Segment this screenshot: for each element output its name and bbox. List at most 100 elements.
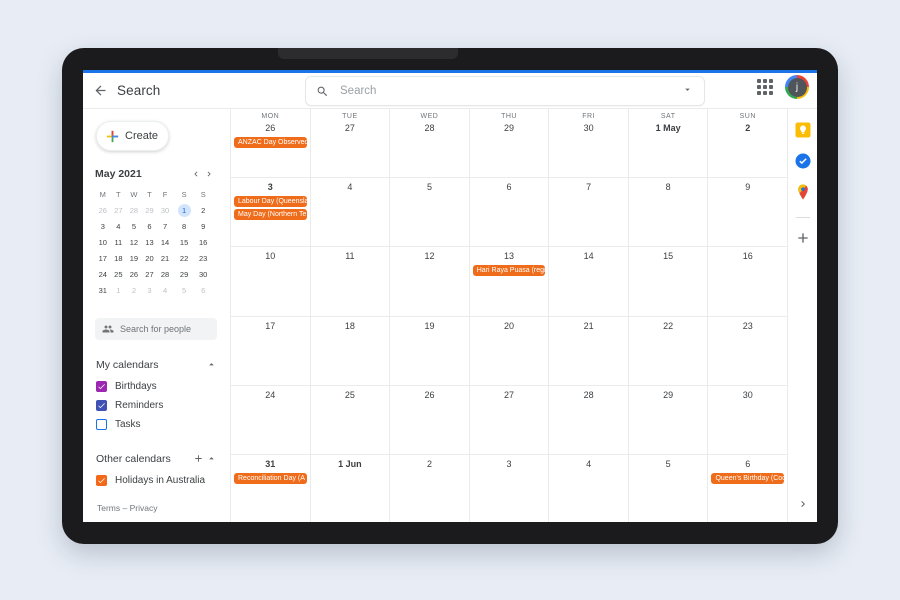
calendar-day-number[interactable]: 28 [390,123,469,133]
mini-calendar-day[interactable]: 31 [95,282,111,298]
calendar-day-number[interactable]: 25 [311,390,390,400]
calendar-day-number[interactable]: 18 [311,321,390,331]
calendar-day-number[interactable]: 31 [231,459,310,469]
mini-calendar-day[interactable]: 22 [173,250,196,266]
calendar-day-cell[interactable]: 18 [311,316,391,385]
calendar-list-item[interactable]: Holidays in Australia [96,471,218,490]
keep-icon[interactable] [794,121,812,139]
mini-calendar-prev-button[interactable] [189,167,202,180]
calendar-day-number[interactable]: 6 [470,182,549,192]
calendar-day-cell[interactable]: 30 [708,386,787,454]
mini-calendar-next-button[interactable] [202,167,215,180]
mini-calendar-day[interactable]: 3 [95,218,111,234]
calendar-day-number[interactable]: 17 [231,321,310,331]
terms-privacy-footer[interactable]: Terms – Privacy [97,503,157,513]
maps-icon[interactable] [794,183,812,201]
mini-calendar-day[interactable]: 13 [142,234,158,250]
calendar-day-cell[interactable]: 23 [708,317,787,385]
mini-calendar-day[interactable]: 3 [142,282,158,298]
mini-calendar-day[interactable]: 17 [95,250,111,266]
mini-calendar-day[interactable]: 6 [142,218,158,234]
calendar-day-cell[interactable]: 6 [470,178,550,247]
calendar-day-number[interactable]: 3 [231,182,310,192]
mini-calendar-day[interactable]: 9 [195,218,211,234]
calendar-day-cell[interactable]: 27 [470,385,550,454]
search-input[interactable] [338,84,682,98]
calendar-event-chip[interactable]: Queen's Birthday (Coc [711,472,785,484]
calendar-day-number[interactable]: 29 [470,123,549,133]
calendar-day-number[interactable]: 4 [549,459,628,469]
calendar-list-item[interactable]: Reminders [96,396,218,415]
calendar-day-number[interactable]: 5 [629,459,708,469]
calendar-day-number[interactable]: 13 [470,251,549,261]
calendar-day-number[interactable]: 23 [708,321,787,331]
calendar-day-number[interactable]: 1 Jun [311,459,390,469]
calendar-day-number[interactable]: 10 [231,251,310,261]
calendar-day-number[interactable]: 20 [470,321,549,331]
google-apps-grid-icon[interactable] [753,75,777,99]
mini-calendar-day[interactable]: 23 [195,250,211,266]
calendar-day-cell[interactable]: 1 Jun [311,454,391,522]
calendar-day-cell[interactable]: 3 Labour Day (Queensla May Day (Northern T… [231,178,311,247]
calendar-day-number[interactable]: 27 [470,390,549,400]
calendar-day-number[interactable]: 12 [390,251,469,261]
calendar-day-number[interactable]: 21 [549,321,628,331]
calendar-day-number[interactable]: 7 [549,182,628,192]
calendar-event-chip[interactable]: May Day (Northern Te [234,209,307,221]
calendar-day-cell[interactable]: 9 [708,178,787,246]
calendar-day-cell[interactable]: 6 Queen's Birthday (Coc [708,455,787,522]
calendar-day-cell[interactable]: 21 [549,316,629,385]
mini-calendar-day[interactable]: 28 [157,266,173,282]
checkbox-checked-icon[interactable] [96,381,107,392]
calendar-day-cell[interactable]: 13 Hari Raya Puasa (regi [470,247,550,316]
calendar-day-cell[interactable]: 4 [311,178,391,247]
mini-calendar-day[interactable]: 30 [195,266,211,282]
mini-calendar-day[interactable]: 29 [142,202,158,218]
calendar-day-number[interactable]: 15 [629,251,708,261]
mini-calendar-day[interactable]: 28 [126,202,142,218]
calendar-day-cell[interactable]: 15 [629,247,709,316]
calendar-day-cell[interactable]: 26 [390,385,470,454]
calendar-day-number[interactable]: 19 [390,321,469,331]
calendar-day-number[interactable]: 9 [708,182,787,192]
calendar-event-chip[interactable]: Hari Raya Puasa (regi [472,265,546,277]
calendar-list-item[interactable]: Birthdays [96,377,218,396]
mini-calendar-day[interactable]: 27 [111,202,127,218]
calendar-day-cell[interactable]: 16 [708,247,787,315]
calendar-day-cell[interactable]: WED 28 [390,109,470,178]
calendar-day-cell[interactable]: 10 [231,247,311,316]
calendar-day-number[interactable]: 28 [549,390,628,400]
mini-calendar-day[interactable]: 25 [111,266,127,282]
mini-calendar-day[interactable]: 5 [126,218,142,234]
checkbox-unchecked-icon[interactable] [96,419,107,430]
calendar-day-number[interactable]: 26 [231,123,310,133]
calendar-day-cell[interactable]: 28 [549,385,629,454]
calendar-day-cell[interactable]: SUN 2 [708,109,787,177]
calendar-day-number[interactable]: 1 May [629,123,708,133]
calendar-day-cell[interactable]: 19 [390,316,470,385]
calendar-day-cell[interactable]: 12 [390,247,470,316]
calendar-day-number[interactable]: 14 [549,251,628,261]
calendar-day-cell[interactable]: MON 26 ANZAC Day Observed [231,109,311,178]
calendar-day-cell[interactable]: 22 [629,316,709,385]
mini-calendar-day[interactable]: 8 [173,218,196,234]
calendar-day-number[interactable]: 30 [708,390,787,400]
calendar-day-cell[interactable]: 4 [549,454,629,522]
mini-calendar-day[interactable]: 26 [95,202,111,218]
mini-calendar-day[interactable]: 26 [126,266,142,282]
my-calendars-chevron-up-icon[interactable] [205,358,218,371]
mini-calendar-day[interactable]: 29 [173,266,196,282]
search-bar[interactable] [305,76,705,106]
mini-calendar-day[interactable]: 2 [126,282,142,298]
search-options-chevron-down-icon[interactable] [682,82,693,100]
calendar-event-chip[interactable]: Reconciliation Day (A [234,472,307,484]
add-shortcut-icon[interactable] [795,230,811,246]
create-button[interactable]: Create [96,121,169,151]
calendar-day-number[interactable]: 16 [708,251,787,261]
calendar-day-cell[interactable]: 29 [629,385,709,454]
calendar-day-cell[interactable]: 14 [549,247,629,316]
mini-calendar-day[interactable]: 1 [111,282,127,298]
mini-calendar-day[interactable]: 20 [142,250,158,266]
calendar-day-cell[interactable]: 24 [231,385,311,454]
mini-calendar-day[interactable]: 15 [173,234,196,250]
